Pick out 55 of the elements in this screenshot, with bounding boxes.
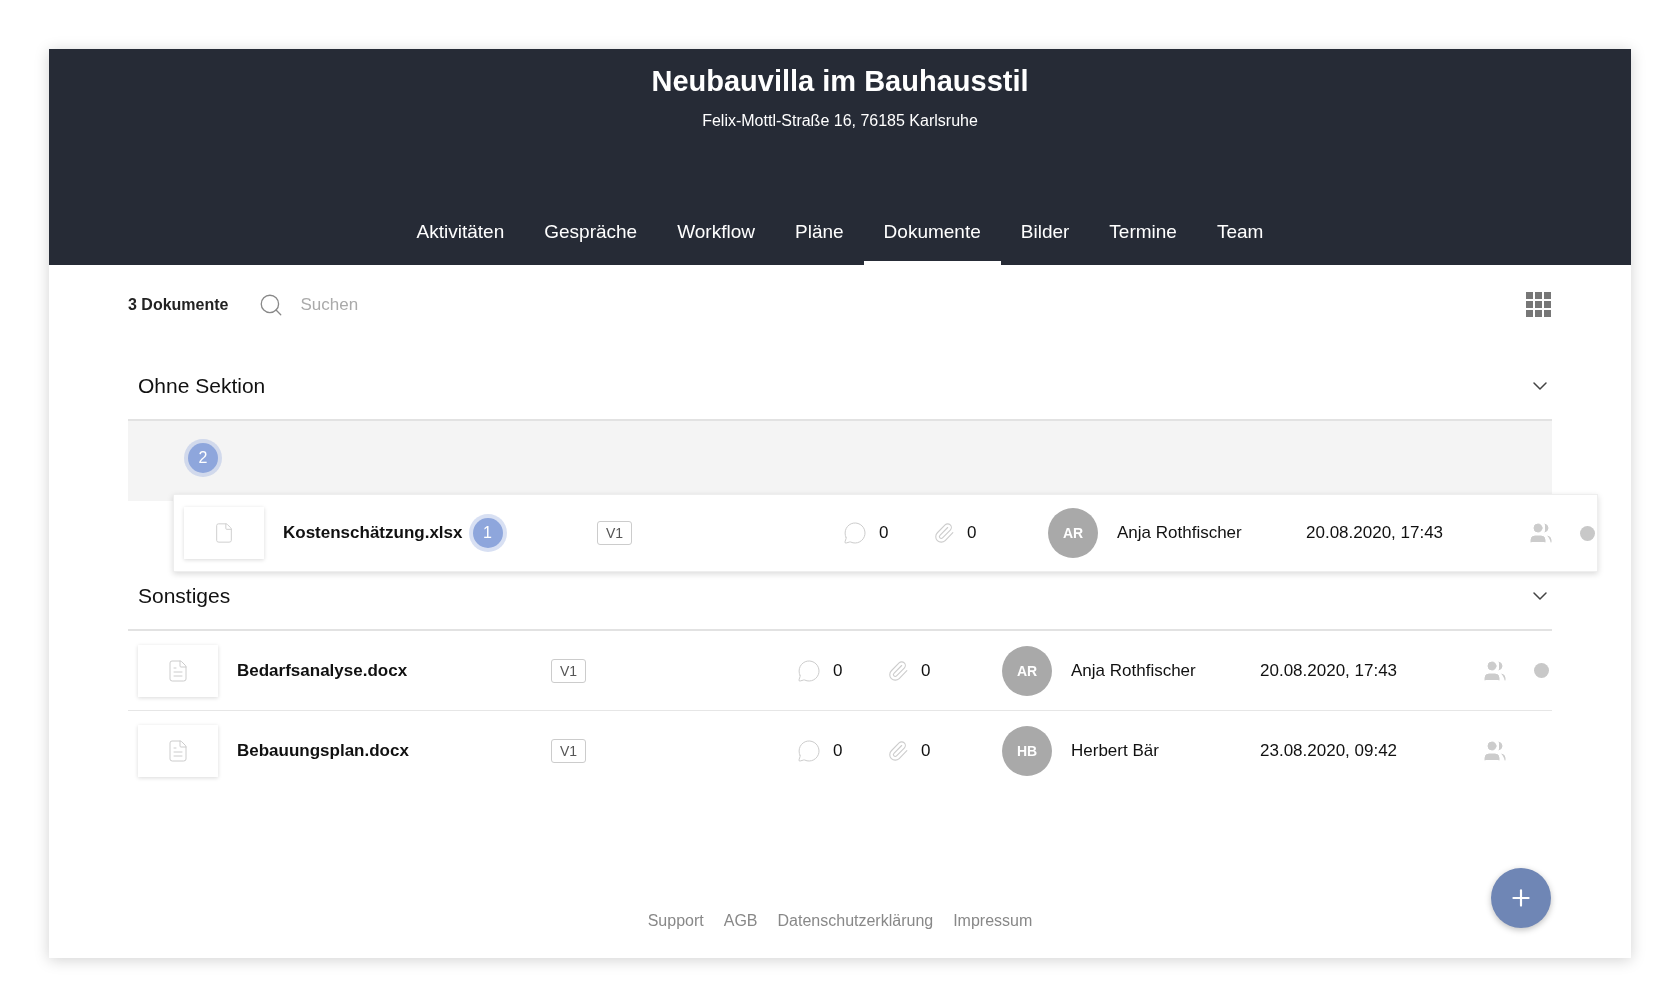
comment-icon (797, 739, 821, 763)
comment-count: 0 (833, 660, 843, 681)
date-text: 20.08.2020, 17:43 (1306, 523, 1445, 543)
paperclip-icon (887, 659, 909, 682)
avatar: AR (1048, 508, 1098, 558)
section-title: Sonstiges (138, 584, 231, 608)
comment-count: 0 (879, 523, 889, 543)
paperclip-icon (887, 740, 909, 762)
author-name: Anja Rothfischer (1070, 660, 1197, 681)
attachment-count: 0 (921, 741, 931, 761)
date-text: 23.08.2020, 09:42 (1260, 741, 1399, 761)
count-badge: 1 (472, 518, 503, 548)
dragged-file-row[interactable]: Kostenschätzung.xlsx 1 V1 0 0 AR Anja Rothfischer 20.08.2020, 17:43 (173, 494, 1598, 572)
file-icon (213, 522, 235, 544)
footer-link[interactable]: Datenschutzerklärung (777, 912, 934, 930)
file-name[interactable]: Kostenschätzung.xlsx (283, 523, 463, 543)
footer-link[interactable]: AGB (723, 912, 758, 930)
author-name: Anja Rothfischer (1116, 523, 1243, 543)
version-tag: V1 (551, 739, 587, 763)
nav-tab[interactable]: Bilder (1000, 203, 1090, 265)
document-icon (166, 739, 190, 763)
nav-tab[interactable]: Dokumente (863, 203, 1001, 265)
version-tag: V1 (597, 521, 633, 545)
comment-icon (843, 521, 867, 545)
file-name[interactable]: Bebauungsplan.docx (237, 741, 409, 761)
nav-tab[interactable]: Aktivitäten (396, 203, 525, 265)
nav-tab[interactable]: Team (1196, 203, 1284, 265)
grid-view-button[interactable] (1526, 292, 1552, 318)
count-badge: 2 (188, 443, 218, 473)
section-title: Ohne Sektion (138, 374, 266, 398)
comment-icon (797, 658, 821, 683)
attachment-count: 0 (921, 660, 931, 681)
document-icon (166, 658, 190, 683)
attachment-count: 0 (967, 523, 977, 543)
add-button[interactable] (1491, 868, 1551, 928)
author-name: Herbert Bär (1070, 741, 1160, 761)
nav-tab[interactable]: Workflow (657, 203, 775, 265)
footer-link[interactable]: Impressum (953, 912, 1033, 930)
file-row[interactable]: Bebauungsplan.docx V1 0 0 HB Herbert Bär 23.08.2020, 09:42 (128, 711, 1552, 791)
paperclip-icon (933, 522, 955, 544)
avatar: AR (1002, 645, 1052, 696)
project-address: Felix-Mottl-Straße 16, 76185 Karlsruhe (702, 112, 978, 130)
comment-count: 0 (833, 741, 843, 761)
nav-tab[interactable]: Pläne (775, 203, 864, 265)
file-row[interactable]: Bedarfsanalyse.docx V1 0 0 AR Anja Rothfischer 20.08.2020, 17:43 (128, 631, 1552, 711)
grid-view-icon (1526, 292, 1552, 318)
file-name[interactable]: Bedarfsanalyse.docx (237, 660, 408, 681)
nav-tab[interactable]: Termine (1089, 203, 1197, 265)
avatar: HB (1002, 726, 1052, 776)
project-title: Neubauvilla im Bauhausstil (651, 65, 1029, 98)
nav-tab[interactable]: Gespräche (524, 203, 658, 265)
document-count: 3 Dokumente (128, 296, 229, 314)
footer-link[interactable]: Support (647, 912, 704, 930)
version-tag: V1 (551, 658, 587, 683)
date-text: 20.08.2020, 17:43 (1260, 660, 1399, 681)
